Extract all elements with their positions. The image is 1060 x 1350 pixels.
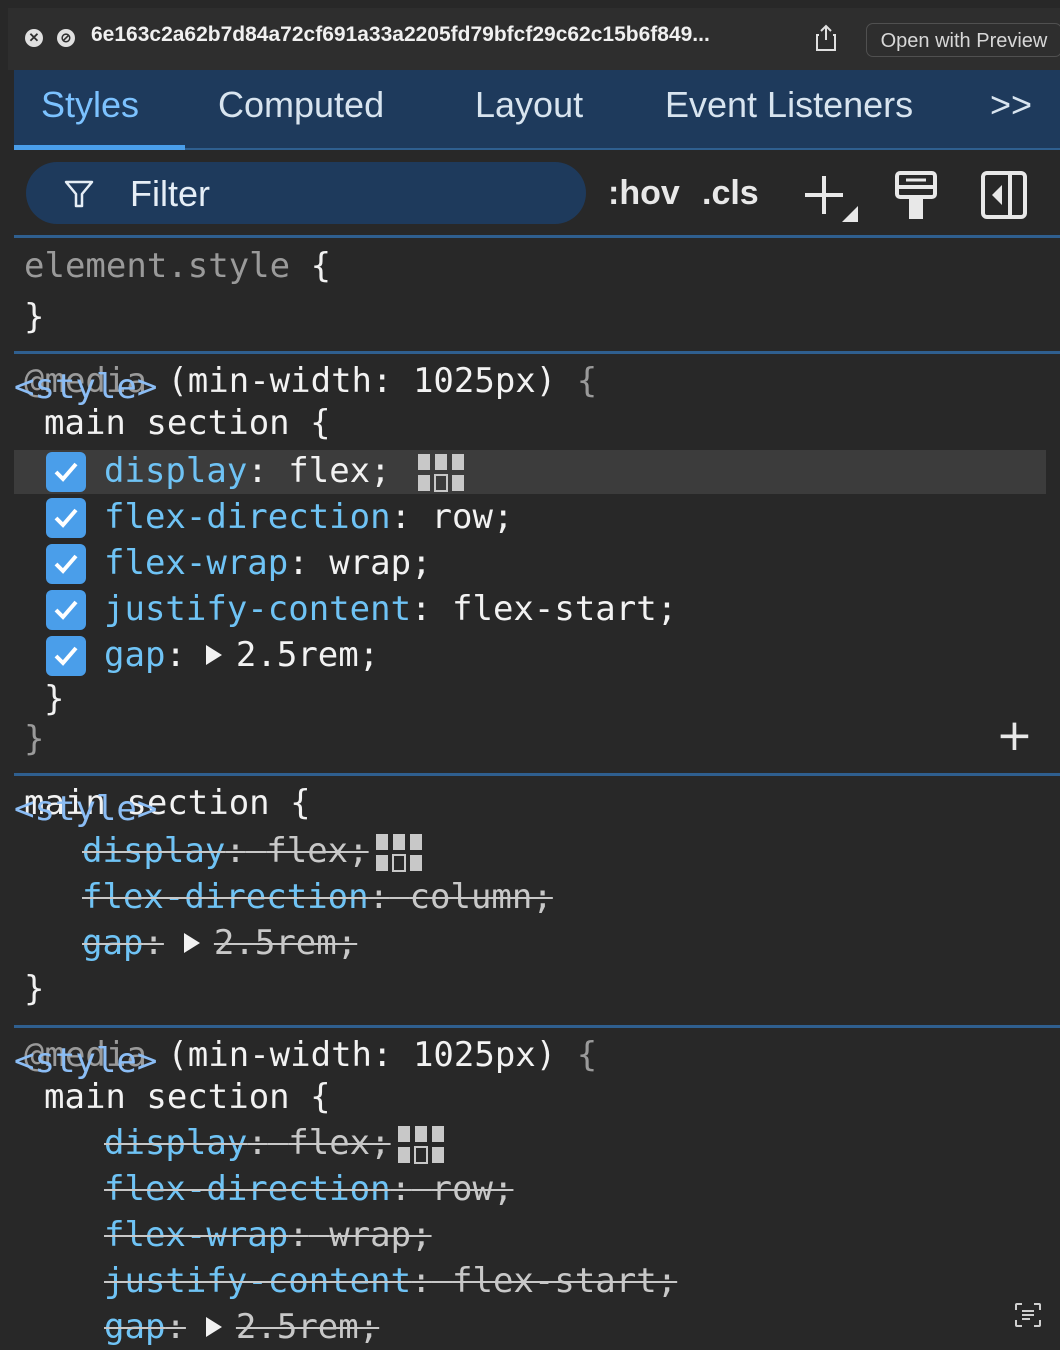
overridden-declaration[interactable]: flex-direction: row; bbox=[104, 1166, 513, 1212]
overridden-declaration[interactable]: gap: 2.5rem; bbox=[104, 1304, 379, 1350]
close-brace: } bbox=[24, 297, 45, 337]
style-source-link[interactable]: <style> bbox=[14, 786, 1052, 832]
declaration-checkbox[interactable] bbox=[46, 590, 86, 630]
media-rule-1: @media (min-width: 1025px) { <style> mai… bbox=[14, 354, 1060, 774]
element-style-selector[interactable]: element.style bbox=[24, 246, 290, 286]
close-icon[interactable]: ✕ bbox=[25, 29, 43, 47]
filter-placeholder: Filter bbox=[130, 173, 210, 214]
styles-toolbar: Filter :hov .cls bbox=[14, 150, 1060, 238]
overridden-declaration[interactable]: display: flex; bbox=[104, 1120, 445, 1166]
add-rule-plus-icon[interactable]: + bbox=[996, 710, 1033, 761]
declaration-checkbox[interactable] bbox=[46, 498, 86, 538]
text-recognition-icon[interactable] bbox=[1014, 1302, 1042, 1328]
declaration[interactable]: display: flex; bbox=[104, 448, 465, 494]
expand-triangle-icon[interactable] bbox=[183, 932, 200, 953]
tab-event-listeners[interactable]: Event Listeners bbox=[665, 84, 913, 126]
checkmark-icon bbox=[54, 508, 78, 528]
element-style-rule: element.style { } bbox=[14, 238, 1060, 353]
overridden-declaration[interactable]: flex-wrap: wrap; bbox=[104, 1212, 432, 1258]
main-section-rule: main section { <style> display: flex; fl… bbox=[14, 776, 1060, 1026]
open-brace: { bbox=[310, 246, 332, 286]
outer-close-brace: } bbox=[24, 719, 45, 759]
checkmark-icon bbox=[54, 646, 78, 666]
filter-icon bbox=[64, 180, 94, 208]
tab-overflow-button[interactable]: >> bbox=[990, 84, 1032, 126]
open-with-preview-button[interactable]: Open with Preview bbox=[866, 23, 1060, 57]
expand-triangle-icon[interactable] bbox=[205, 644, 222, 665]
plus-icon[interactable] bbox=[802, 172, 860, 222]
flex-grid-icon[interactable] bbox=[375, 833, 423, 873]
declaration-checkbox[interactable] bbox=[46, 636, 86, 676]
devtools-tab-bar: Styles Computed Layout Event Listeners >… bbox=[14, 70, 1060, 150]
checkmark-icon bbox=[54, 600, 78, 620]
paintbrush-icon[interactable] bbox=[894, 170, 938, 222]
class-toggle-button[interactable]: .cls bbox=[702, 174, 759, 213]
declaration[interactable]: justify-content: flex-start; bbox=[104, 586, 677, 632]
expand-triangle-icon[interactable] bbox=[205, 1316, 222, 1337]
declaration-checkbox[interactable] bbox=[46, 544, 86, 584]
inner-close-brace: } bbox=[44, 679, 65, 719]
filter-input[interactable]: Filter bbox=[26, 162, 586, 224]
checkmark-icon bbox=[54, 462, 78, 482]
declaration-checkbox[interactable] bbox=[46, 452, 86, 492]
declaration[interactable]: flex-wrap: wrap; bbox=[104, 540, 432, 586]
flex-grid-icon[interactable] bbox=[397, 1125, 445, 1165]
block-icon[interactable]: ⊘ bbox=[57, 29, 75, 47]
declaration[interactable]: gap: 2.5rem; bbox=[104, 632, 379, 678]
overridden-declaration[interactable]: justify-content: flex-start; bbox=[104, 1258, 677, 1304]
media-rule-2: @media (min-width: 1025px) { <style> mai… bbox=[14, 1028, 1060, 1348]
sidebar-toggle-icon[interactable] bbox=[980, 170, 1028, 220]
share-icon[interactable] bbox=[814, 24, 838, 52]
checkmark-icon bbox=[54, 554, 78, 574]
hover-state-button[interactable]: :hov bbox=[608, 174, 680, 213]
rule-selector[interactable]: main section { bbox=[44, 400, 331, 446]
overridden-declaration[interactable]: display: flex; bbox=[82, 828, 423, 874]
flex-grid-icon[interactable] bbox=[417, 453, 465, 493]
tab-layout[interactable]: Layout bbox=[475, 84, 583, 126]
file-name: 6e163c2a62b7d84a72cf691a33a2205fd79bfcf2… bbox=[91, 23, 710, 46]
title-bar: ✕ ⊘ 6e163c2a62b7d84a72cf691a33a2205fd79b… bbox=[8, 8, 1060, 70]
tab-computed[interactable]: Computed bbox=[218, 84, 384, 126]
declaration[interactable]: flex-direction: row; bbox=[104, 494, 513, 540]
tab-styles[interactable]: Styles bbox=[41, 84, 139, 126]
overridden-declaration[interactable]: gap: 2.5rem; bbox=[82, 920, 357, 966]
close-brace: } bbox=[24, 969, 45, 1009]
rule-selector[interactable]: main section { bbox=[44, 1074, 331, 1120]
overridden-declaration[interactable]: flex-direction: column; bbox=[82, 874, 553, 920]
